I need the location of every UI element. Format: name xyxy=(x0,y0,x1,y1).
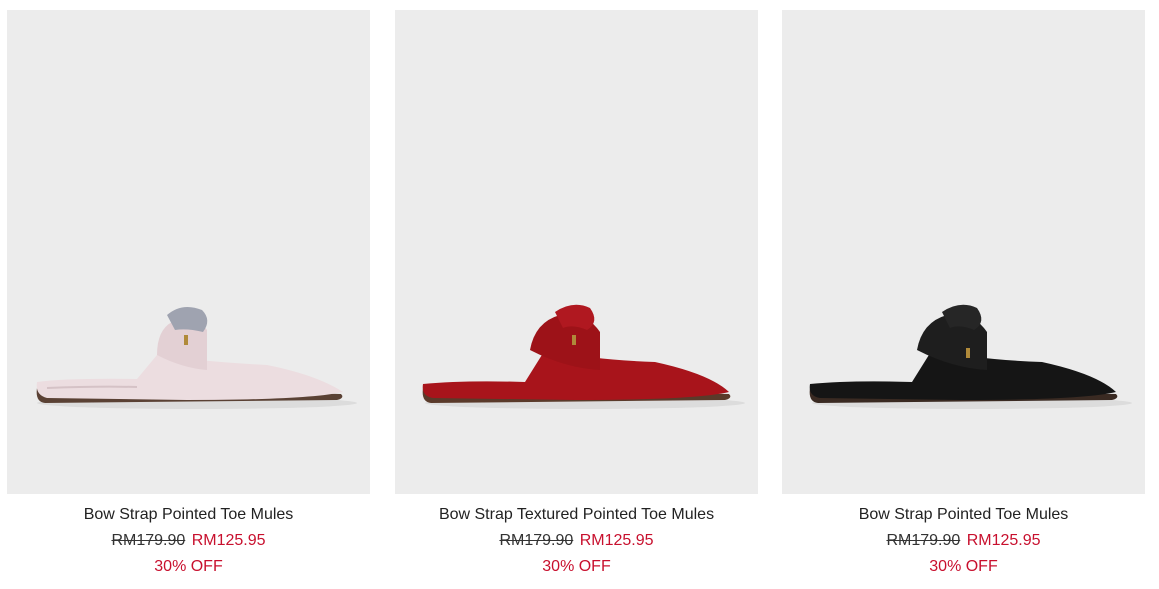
original-price: RM179.90 xyxy=(499,532,574,549)
product-image[interactable] xyxy=(7,10,370,494)
price-row: RM179.90 RM125.95 xyxy=(782,531,1145,551)
discount-badge: 30% OFF xyxy=(542,558,611,575)
original-price: RM179.90 xyxy=(111,532,186,549)
product-image[interactable] xyxy=(782,10,1145,494)
product-card[interactable]: Bow Strap Textured Pointed Toe Mules RM1… xyxy=(395,10,758,577)
discount-badge: 30% OFF xyxy=(929,558,998,575)
sale-price: RM125.95 xyxy=(966,532,1041,549)
product-card[interactable]: Bow Strap Pointed Toe Mules RM179.90 RM1… xyxy=(7,10,370,577)
shoe-image xyxy=(36,306,357,409)
product-card[interactable]: Bow Strap Pointed Toe Mules RM179.90 RM1… xyxy=(782,10,1145,577)
product-name[interactable]: Bow Strap Textured Pointed Toe Mules xyxy=(395,505,758,525)
price-row: RM179.90 RM125.95 xyxy=(7,531,370,551)
shoe-image xyxy=(422,304,745,409)
discount-badge: 30% OFF xyxy=(154,558,223,575)
product-name[interactable]: Bow Strap Pointed Toe Mules xyxy=(782,505,1145,525)
original-price: RM179.90 xyxy=(886,532,961,549)
shoe-image xyxy=(809,304,1132,409)
product-name[interactable]: Bow Strap Pointed Toe Mules xyxy=(7,505,370,525)
sale-price: RM125.95 xyxy=(191,532,266,549)
product-image[interactable] xyxy=(395,10,758,494)
sale-price: RM125.95 xyxy=(579,532,654,549)
price-row: RM179.90 RM125.95 xyxy=(395,531,758,551)
